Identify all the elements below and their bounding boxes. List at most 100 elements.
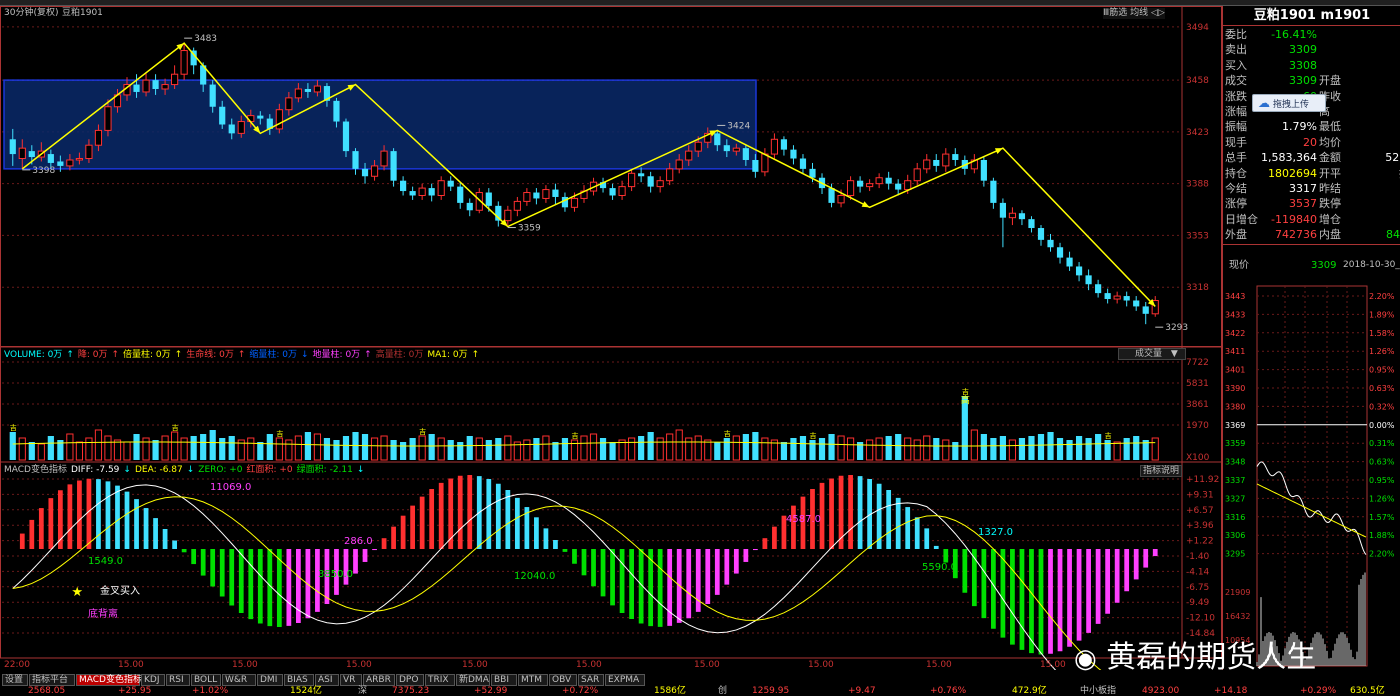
- candle-body: [875, 177, 883, 185]
- volume-bar: [790, 438, 797, 460]
- volume-bar: [209, 430, 216, 460]
- indicator-tab[interactable]: RSI: [166, 674, 190, 686]
- indicator-tab[interactable]: MTM: [518, 674, 548, 686]
- candle-body: [828, 188, 835, 203]
- quote-label: 委比: [1225, 28, 1247, 41]
- candle-body: [885, 177, 892, 184]
- volume-bar: [94, 429, 103, 461]
- indicator-tab[interactable]: TRIX: [425, 674, 455, 686]
- intraday-axis-left-label: 3422: [1225, 329, 1245, 338]
- intraday-axis-right-label: 1.26%: [1369, 494, 1395, 503]
- volume-bar: [390, 440, 397, 460]
- candle-body: [142, 79, 150, 93]
- indicator-tab[interactable]: EXPMA: [605, 674, 645, 686]
- intraday-axis-right-label: 1.88%: [1369, 531, 1395, 540]
- indicator-tab[interactable]: ARBR: [363, 674, 395, 686]
- time-axis-label: 15.00: [232, 660, 258, 670]
- volume-bar: [294, 435, 302, 461]
- intraday-axis-left-label: 3348: [1225, 458, 1245, 467]
- indicator-header-item: ↓: [356, 465, 365, 475]
- quote-value: -16.41%: [1271, 28, 1317, 41]
- quote-label: 涨跌: [1225, 89, 1247, 103]
- candle-body: [466, 202, 473, 211]
- quote-row: 持仓 1802694开平 换手: [1223, 166, 1400, 181]
- chart-right-tabs[interactable]: Ⅲ筋选 均线 ◁▷: [1103, 8, 1165, 19]
- quote-value-2: 84062: [1386, 228, 1400, 242]
- indicator-header-item: MACD变色指标: [4, 465, 67, 475]
- volume-bar: [66, 433, 74, 461]
- volume-bar: [799, 436, 807, 460]
- consolidation-box: [3, 79, 757, 170]
- indicator-tab[interactable]: W&R: [222, 674, 256, 686]
- indicator-tab[interactable]: BOLL: [191, 674, 221, 686]
- indicator-tab[interactable]: 指标平台: [29, 674, 75, 686]
- quote-row: 现手 20均价 331: [1223, 135, 1400, 150]
- volume-axis-label: X100: [1186, 453, 1210, 463]
- indicator-tab[interactable]: VR: [340, 674, 362, 686]
- volume-bar: [999, 436, 1007, 460]
- volume-bar: [275, 437, 283, 461]
- indicator-tab[interactable]: MACD变色指标: [76, 674, 142, 686]
- volume-bar: [152, 440, 159, 460]
- intraday-axis-right-label: 1.57%: [1369, 513, 1395, 522]
- intraday-price-line: [1256, 461, 1367, 555]
- intraday-axis-left-label: 3380: [1225, 402, 1245, 411]
- indicator-tab[interactable]: DMI: [257, 674, 283, 686]
- drag-upload-button[interactable]: ☁ 拖拽上传: [1252, 94, 1326, 112]
- intraday-axis-left-label: 3295: [1225, 550, 1245, 559]
- quote-row: 卖出 3309 14: [1223, 42, 1400, 57]
- quote-value-2: +: [1361, 212, 1400, 227]
- quote-row: 总手 1,583,364金额 525.4(: [1223, 150, 1400, 165]
- price-axis-label: 3423: [1186, 128, 1209, 138]
- price-axis-label: 3318: [1186, 283, 1209, 293]
- volume-button-label: 成交量: [1135, 349, 1163, 359]
- time-axis-label: 15.00: [576, 660, 602, 670]
- candle-body: [809, 168, 816, 178]
- volume-bar: [219, 438, 226, 460]
- volume-bar: [313, 433, 322, 461]
- quote-row: 涨停 3537跌停 320: [1223, 196, 1400, 211]
- candle-body: [523, 192, 531, 202]
- indicator-tab[interactable]: BIAS: [284, 674, 314, 686]
- time-axis-label: 15.00: [694, 660, 720, 670]
- candle-body: [846, 180, 855, 196]
- volume-bar: [28, 442, 35, 460]
- indicator-tab[interactable]: BBI: [491, 674, 517, 686]
- indicator-help-button[interactable]: 指标说明: [1140, 465, 1182, 477]
- volume-bar: [742, 434, 749, 460]
- volume-bar: [685, 437, 693, 461]
- intraday-axis-left-label: 3411: [1225, 347, 1245, 356]
- candle-body: [257, 115, 264, 119]
- status-item: +1.02%: [192, 686, 229, 696]
- quote-value: 742736: [1275, 228, 1317, 242]
- volume-bar: [161, 435, 169, 461]
- quote-value-2: 336: [1361, 181, 1400, 196]
- candle-body: [647, 176, 654, 187]
- indicator-tab[interactable]: 新DMA: [456, 674, 490, 686]
- volume-bar: [1151, 437, 1159, 461]
- volume-bar: [400, 442, 407, 460]
- volume-bar: [1123, 438, 1130, 460]
- volume-button[interactable]: 成交量 ▼: [1118, 348, 1186, 360]
- indicator-tab[interactable]: OBV: [549, 674, 577, 686]
- indicator-tab[interactable]: 设置: [2, 674, 28, 686]
- indicator-tab[interactable]: KDJ: [141, 674, 165, 686]
- volume-bar: [1037, 434, 1045, 460]
- chart-area: 3494 3458 3423 3388 3353 3318 3483 3398 3424 3359…: [0, 6, 1222, 670]
- indicator-header-item: ↓: [301, 350, 309, 360]
- indicator-tab[interactable]: DPO: [396, 674, 424, 686]
- quote-value-2: 320: [1361, 196, 1400, 211]
- volume-bar: [846, 437, 855, 461]
- quote-label-2: 昨结: [1319, 182, 1341, 195]
- volume-bar: [694, 435, 702, 461]
- volume-bar: [361, 434, 369, 460]
- candle-body: [952, 154, 959, 160]
- indicator-header-item: ↑: [174, 350, 183, 360]
- quote-label: 涨停: [1225, 197, 1247, 211]
- intraday-axis-right-label: 0.95%: [1369, 476, 1395, 485]
- volume-bar: [704, 439, 712, 461]
- quote-value-2: 10: [1361, 58, 1400, 73]
- candle-body: [370, 165, 379, 177]
- indicator-tab[interactable]: SAR: [578, 674, 604, 686]
- indicator-tab[interactable]: ASI: [315, 674, 339, 686]
